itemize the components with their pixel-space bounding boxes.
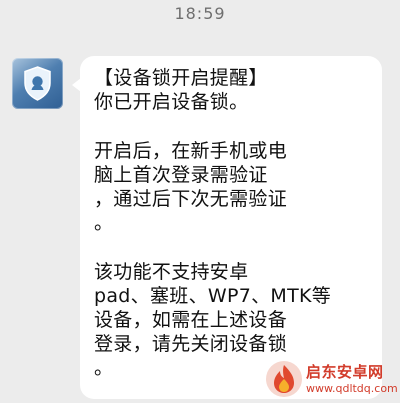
message-bubble[interactable]: 【设备锁开启提醒】 你已开启设备锁。 开启后，在新手机或电 脑上首次登录需验证 … — [72, 56, 382, 399]
qq-shield-icon — [24, 66, 51, 101]
bubble-tail — [72, 78, 81, 92]
message-text: 【设备锁开启提醒】 你已开启设备锁。 开启后，在新手机或电 脑上首次登录需验证 … — [94, 67, 332, 380]
message-timestamp: 18:59 — [174, 4, 226, 23]
sender-avatar[interactable] — [12, 58, 63, 109]
